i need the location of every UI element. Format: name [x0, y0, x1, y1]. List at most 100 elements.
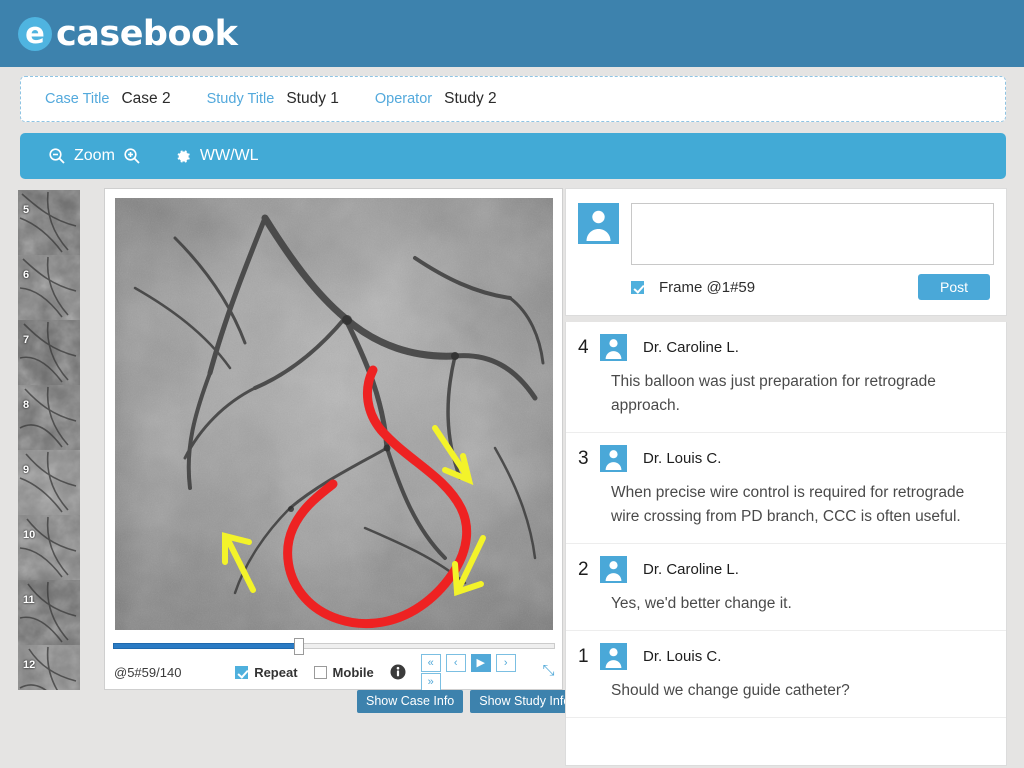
comment-input-wrapper[interactable]: [631, 203, 994, 265]
commenter-avatar-icon: [600, 334, 627, 361]
study-title-value: Study 1: [286, 90, 339, 107]
wwwl-label: WW/WL: [199, 147, 259, 164]
mobile-label: Mobile: [332, 664, 374, 680]
comment-item[interactable]: 4 Dr. Caroline L. This balloon was just pr…: [566, 322, 1006, 434]
comment-number: 2: [578, 558, 589, 580]
seek-handle[interactable]: [293, 638, 304, 655]
info-button-group: Show Case Info Show Study Info: [357, 690, 580, 713]
thumbnail-8[interactable]: 8: [18, 385, 80, 450]
comment-author: Dr. Louis C.: [643, 450, 722, 468]
frame-checkbox-box[interactable]: [631, 280, 644, 294]
thumbnail-12[interactable]: 12: [18, 645, 80, 690]
operator-value: Study 2: [444, 90, 497, 107]
zoom-label: Zoom: [74, 147, 115, 164]
comment-header: 4 Dr. Caroline L.: [578, 334, 990, 361]
comment-header: 1 Dr. Louis C.: [578, 643, 990, 671]
repeat-checkbox[interactable]: Repeat: [235, 664, 298, 680]
thumbnail-number: 7: [23, 334, 30, 346]
playback-buttons[interactable]: «‹ ▶ › »: [416, 653, 534, 691]
post-button[interactable]: Post: [917, 274, 990, 300]
thumbnail-5[interactable]: 5: [18, 190, 80, 255]
comment-input[interactable]: [632, 204, 993, 264]
logo-badge-icon: e: [18, 16, 52, 51]
app-header: e casebook: [0, 0, 1024, 67]
comment-author: Dr. Caroline L.: [643, 339, 739, 356]
mobile-checkbox-box[interactable]: [313, 665, 327, 679]
thumbnail-number: 12: [23, 659, 36, 671]
last-frame-button[interactable]: »: [420, 673, 441, 691]
operator-key: Operator: [374, 91, 433, 107]
gear-icon[interactable]: [175, 148, 192, 165]
thumbnail-number: 5: [23, 204, 30, 216]
frame-counter: @5#59/140: [114, 664, 182, 680]
prev-frame-button[interactable]: ‹: [445, 654, 466, 672]
thumbnail-image: [18, 385, 80, 450]
seek-bar[interactable]: [113, 638, 555, 655]
user-avatar-icon: [578, 203, 619, 244]
thumbnail-image: [18, 190, 80, 255]
commenter-avatar-icon: [600, 445, 627, 473]
show-study-info-button[interactable]: Show Study Info: [470, 690, 580, 713]
thumbnail-10[interactable]: 10: [18, 515, 80, 580]
comment-text: This balloon was just preparation for re…: [611, 373, 936, 415]
commenter-avatar-icon: [600, 643, 627, 671]
thumbnail-number: 6: [23, 269, 30, 281]
play-button[interactable]: ▶: [470, 654, 491, 672]
show-case-info-button[interactable]: Show Case Info: [357, 690, 464, 713]
logo-wordmark: casebook: [56, 13, 238, 54]
thumbnail-image: [18, 580, 80, 645]
playback-control-row: @5#59/140 Repeat Mobile «‹ ▶ › » ⤡: [114, 654, 558, 691]
thumbnail-image: [18, 255, 80, 320]
comment-item[interactable]: 2 Dr. Caroline L. Yes, we'd better change …: [566, 544, 1006, 632]
thumbnail-number: 10: [23, 529, 36, 541]
thumbnail-number: 8: [23, 399, 30, 411]
mobile-checkbox[interactable]: Mobile: [313, 664, 374, 680]
angiogram-canvas: [115, 198, 553, 630]
thumbnail-image: [18, 320, 80, 385]
first-frame-button[interactable]: «: [420, 654, 441, 672]
app-logo[interactable]: e casebook: [18, 13, 238, 54]
thumbnail-number: 11: [23, 594, 35, 606]
comment-number: 3: [578, 447, 589, 469]
commenter-avatar-icon: [600, 556, 627, 584]
angiogram-image[interactable]: [115, 198, 553, 630]
post-comment-box: Frame @1#59 Post: [565, 188, 1007, 316]
wwwl-control-group[interactable]: WW/WL: [175, 147, 267, 165]
thumbnail-9[interactable]: 9: [18, 450, 80, 515]
thumbnail-image: [18, 515, 80, 580]
viewer-toolbar: Zoom WW/WL: [20, 133, 1006, 179]
comment-panel: Frame @1#59 Post 4 Dr. Caroline L. This ba…: [565, 188, 1007, 768]
comment-author: Dr. Louis C.: [643, 648, 722, 666]
case-info-strip: Case Title Case 2 Study Title Study 1 Op…: [20, 76, 1006, 122]
comment-list[interactable]: 4 Dr. Caroline L. This balloon was just pr…: [565, 322, 1007, 766]
comment-text: Should we change guide catheter?: [611, 682, 850, 700]
case-title-key: Case Title: [45, 91, 110, 107]
next-frame-button[interactable]: ›: [495, 654, 516, 672]
comment-number: 4: [578, 336, 589, 358]
thumbnail-image: [18, 450, 80, 515]
comment-item[interactable]: 1 Dr. Louis C. Should we change guide cath…: [566, 631, 1006, 719]
repeat-label: Repeat: [254, 664, 298, 680]
comment-author: Dr. Caroline L.: [643, 561, 739, 579]
thumbnail-11[interactable]: 11: [18, 580, 80, 645]
fullscreen-button[interactable]: ⤡: [539, 663, 558, 681]
thumbnail-7[interactable]: 7: [18, 320, 80, 385]
case-title-value: Case 2: [121, 90, 171, 107]
study-title-key: Study Title: [206, 91, 275, 107]
comment-text: When precise wire control is required fo…: [611, 484, 965, 526]
info-icon[interactable]: [390, 664, 406, 680]
comment-text: Yes, we'd better change it.: [611, 595, 792, 613]
comment-item[interactable]: 3 Dr. Louis C. When precise wire control i…: [566, 433, 1006, 545]
zoom-out-icon[interactable]: [48, 147, 66, 165]
thumbnail-rail[interactable]: 5678910111213: [18, 190, 80, 690]
zoom-in-icon[interactable]: [123, 147, 141, 165]
zoom-control-group: Zoom: [48, 147, 141, 165]
comment-number: 1: [578, 645, 589, 667]
comment-header: 3 Dr. Louis C.: [578, 445, 990, 473]
repeat-checkbox-box[interactable]: [235, 665, 249, 679]
seek-fill: [113, 643, 299, 649]
image-viewer-panel: @5#59/140 Repeat Mobile «‹ ▶ › » ⤡: [104, 188, 563, 691]
thumbnail-6[interactable]: 6: [18, 255, 80, 320]
frame-checkbox-label: Frame @1#59: [659, 278, 756, 296]
post-options-row: Frame @1#59 Post: [631, 274, 994, 300]
